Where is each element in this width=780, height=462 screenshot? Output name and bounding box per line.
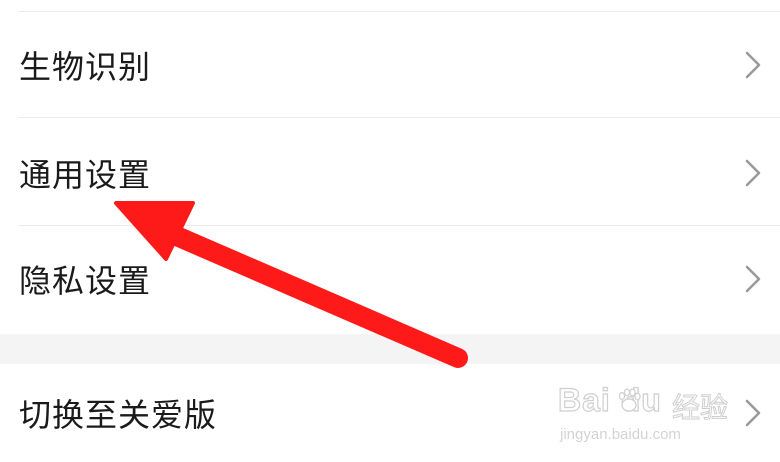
settings-screen: 生物识别 通用设置 隐私设置 切换至关爱版 Bai du 经验 jingyan.…	[0, 0, 780, 462]
chevron-right-icon	[745, 399, 761, 427]
settings-item-care-mode[interactable]: 切换至关爱版	[0, 364, 780, 462]
settings-item-label: 通用设置	[19, 156, 152, 194]
settings-item-label: 隐私设置	[19, 262, 152, 300]
group-separator	[0, 334, 780, 364]
settings-group-security: 生物识别 通用设置 隐私设置	[0, 12, 780, 334]
settings-item-biometrics[interactable]: 生物识别	[0, 12, 780, 118]
settings-item-general[interactable]: 通用设置	[0, 120, 780, 226]
chevron-right-icon	[745, 265, 761, 293]
chevron-right-icon	[745, 159, 761, 187]
settings-group-mode: 切换至关爱版	[0, 364, 780, 462]
settings-item-privacy[interactable]: 隐私设置	[0, 226, 780, 332]
chevron-right-icon	[745, 51, 761, 79]
settings-item-label: 切换至关爱版	[19, 396, 218, 434]
settings-item-label: 生物识别	[19, 48, 152, 86]
row-divider	[18, 117, 780, 118]
